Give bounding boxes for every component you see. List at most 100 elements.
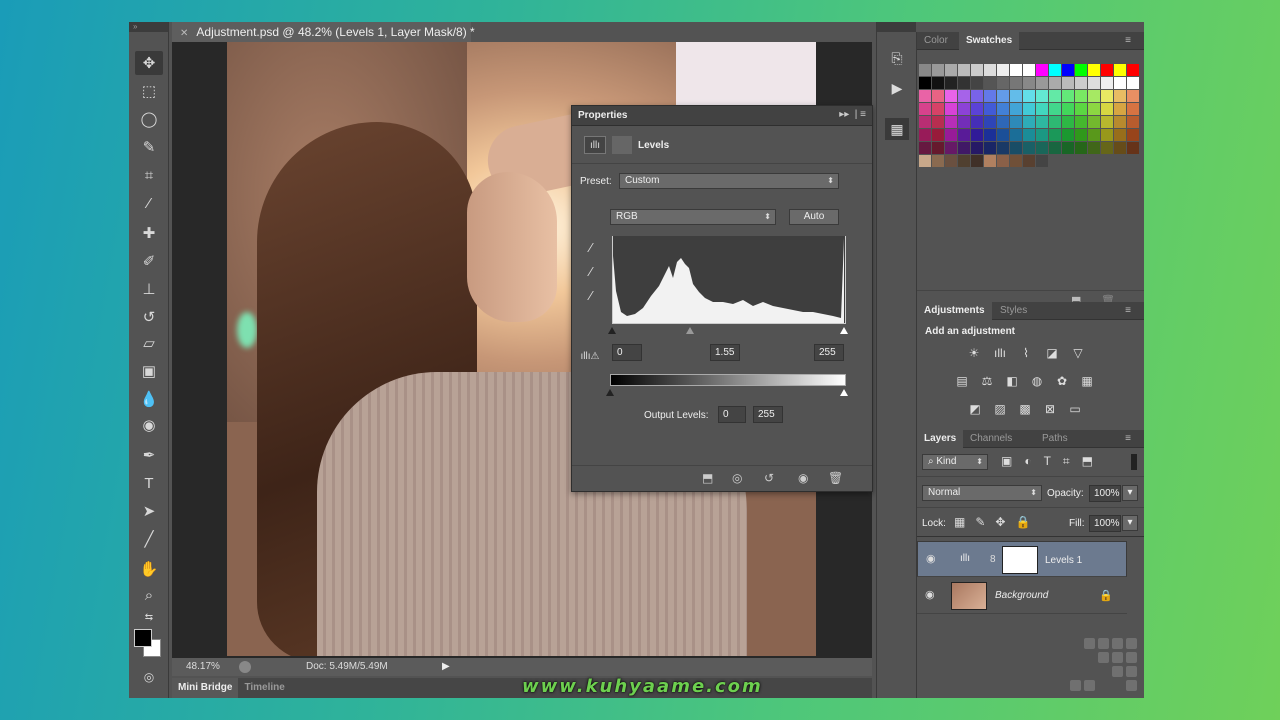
tab-timeline[interactable]: Timeline [238,678,290,698]
background-thumb[interactable] [951,582,987,610]
view-previous-icon[interactable]: ◎ [732,471,742,485]
opacity-dropdown-icon[interactable]: ▾ [1122,485,1138,501]
tab-swatches[interactable]: Swatches [959,32,1020,50]
visibility-eye-icon[interactable]: ◉ [926,552,936,566]
layer-name-background[interactable]: Background [995,590,1048,601]
actions-play-icon[interactable]: ▶ [885,77,909,99]
channel-mixer-icon[interactable]: ✿ [1052,372,1072,390]
blend-mode-select[interactable]: Normal ⬍ [922,485,1042,501]
filter-icons[interactable]: ▣◐T⌗⬒ [1001,454,1105,469]
white-eyedropper-icon[interactable]: ⁄ [582,286,600,304]
stamp-icon[interactable]: ⊥ [135,277,163,301]
input-sliders[interactable] [608,325,850,335]
eyedropper-icon[interactable]: ⁄ [135,191,163,215]
layers-menu-icon[interactable]: ≡ [1118,430,1138,448]
black-eyedropper-icon[interactable]: ⁄ [582,238,600,256]
reset-icon[interactable]: ↺ [764,471,774,485]
black-white-icon[interactable]: ◧ [1002,372,1022,390]
color-balance-icon[interactable]: ⚖ [977,372,997,390]
link-icon[interactable]: 8 [990,553,996,567]
curves-icon[interactable]: ⌇ [1016,344,1036,362]
tab-adjustments[interactable]: Adjustments [917,302,992,320]
hue-sat-icon[interactable]: ▤ [952,372,972,390]
opacity-value[interactable]: 100% [1089,485,1121,502]
close-icon[interactable]: ✕ [180,28,188,39]
document-tab[interactable]: ✕ Adjustment.psd @ 48.2% (Levels 1, Layer… [172,22,475,42]
hand-icon[interactable]: ✋ [135,557,163,581]
clipping-warning-icon[interactable]: ıllı⚠ [578,349,602,363]
preset-select[interactable]: Custom ⬍ [619,173,839,189]
output-white[interactable]: 255 [753,406,783,423]
path-select-icon[interactable]: ➤ [135,499,163,523]
tab-channels[interactable]: Channels [963,430,1019,448]
tab-color[interactable]: Color [917,32,955,50]
tools-grip[interactable]: » [129,22,168,32]
threshold-icon[interactable]: ▩ [1015,400,1035,418]
quick-mask-icon[interactable]: ◎ [135,665,163,689]
marquee-icon[interactable]: ⬚ [135,79,163,103]
history-icon[interactable]: ⎘ [885,47,909,69]
gray-eyedropper-icon[interactable]: ⁄ [582,262,600,280]
brush-icon[interactable]: ✐ [135,249,163,273]
fill-dropdown-icon[interactable]: ▾ [1122,515,1138,531]
lock-icons[interactable]: ▦✎✥🔒 [954,515,1040,529]
gradient-icon[interactable]: ▣ [135,359,163,383]
photo-filter-icon[interactable]: ◍ [1027,372,1047,390]
selective-color-icon[interactable]: ⊠ [1040,400,1060,418]
tab-layers[interactable]: Layers [917,430,964,448]
swatches-menu-icon[interactable]: ≡ [1118,32,1138,50]
levels-icon[interactable]: ıllı [584,136,606,154]
tab-paths[interactable]: Paths [1035,430,1075,448]
tab-mini-bridge[interactable]: Mini Bridge [172,678,239,698]
delete-icon[interactable]: 🗑 [828,471,843,485]
fill-value[interactable]: 100% [1089,515,1121,532]
history-brush-icon[interactable]: ↺ [135,305,163,329]
output-black[interactable]: 0 [718,406,746,423]
foreground-color[interactable] [134,629,152,647]
exposure-icon[interactable]: ◪ [1042,344,1062,362]
properties-icon[interactable]: ▦ [885,118,909,140]
status-menu-icon[interactable] [239,661,251,673]
channel-select[interactable]: RGB ⬍ [610,209,776,225]
lasso-icon[interactable]: ◯ [135,107,163,131]
input-white[interactable]: 255 [814,344,844,361]
move-icon[interactable]: ✥ [135,51,163,75]
filter-toggle[interactable] [1131,454,1137,470]
input-gamma[interactable]: 1.55 [710,344,740,361]
dodge-icon[interactable]: ◉ [135,413,163,437]
output-sliders[interactable] [606,387,850,397]
posterize-icon[interactable]: ▨ [990,400,1010,418]
layer-row-background[interactable]: ◉ Background 🔒 [917,578,1127,614]
status-arrow-icon[interactable]: ▶ [442,658,450,676]
layer-name-levels[interactable]: Levels 1 [1045,554,1082,568]
eraser-icon[interactable]: ▱ [135,331,163,355]
swatch-grid[interactable] [919,64,1139,167]
visibility-eye-icon[interactable]: ◉ [925,588,935,601]
quick-select-icon[interactable]: ✎ [135,135,163,159]
healing-icon[interactable]: ✚ [135,221,163,245]
invert-icon[interactable]: ◩ [965,400,985,418]
crop-icon[interactable]: ⌗ [135,163,163,187]
swap-colors-icon[interactable]: ⇆ [135,610,163,624]
mask-icon[interactable] [612,136,632,154]
zoom-icon[interactable]: ⌕ [135,583,163,607]
visibility-icon[interactable]: ◉ [798,471,808,485]
type-icon[interactable]: T [135,471,163,495]
levels-adj-icon[interactable]: ıllı [990,344,1010,362]
kind-filter[interactable]: ⌕ Kind ⬍ [922,454,988,470]
layer-mask-thumb[interactable] [1002,546,1038,574]
color-lookup-icon[interactable]: ▦ [1077,372,1097,390]
adjustments-menu-icon[interactable]: ≡ [1118,302,1138,320]
zoom-level[interactable]: 48.17% [186,658,220,676]
pen-icon[interactable]: ✒ [135,443,163,467]
auto-button[interactable]: Auto [789,209,839,225]
blur-icon[interactable]: 💧 [135,387,163,411]
brightness-icon[interactable]: ☀ [964,344,984,362]
panel-menu-icon[interactable]: ▸▸ | ≡ [839,109,866,120]
layer-row-levels[interactable]: ◉ ıllı 8 Levels 1 [917,541,1127,577]
vibrance-icon[interactable]: ▽ [1068,344,1088,362]
line-icon[interactable]: ╱ [135,527,163,551]
input-black[interactable]: 0 [612,344,642,361]
tab-styles[interactable]: Styles [993,302,1034,320]
clip-to-layer-icon[interactable]: ⬒ [702,471,713,485]
